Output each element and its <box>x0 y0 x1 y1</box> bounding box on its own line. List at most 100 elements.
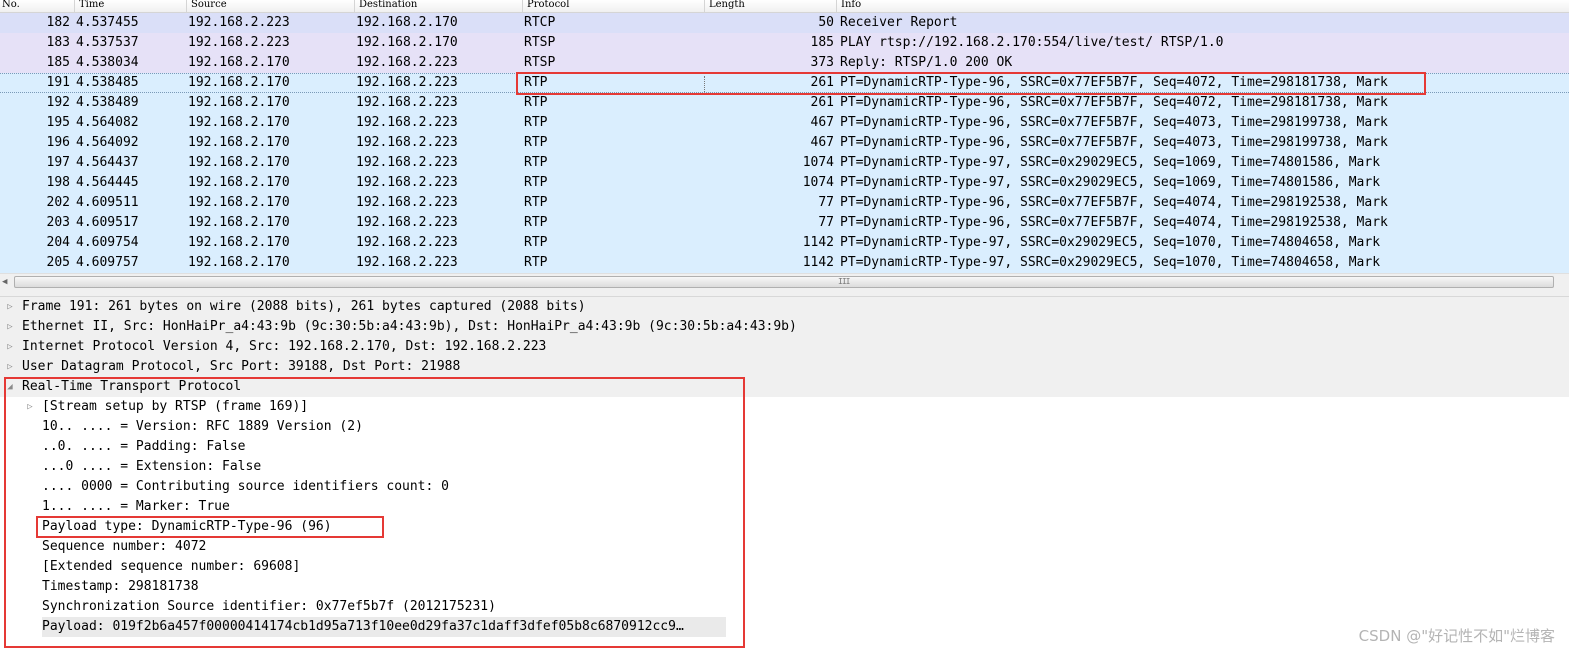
detail-tree-item[interactable]: ...0 .... = Extension: False <box>0 457 1569 477</box>
column-header-destination[interactable]: Destination <box>354 0 524 12</box>
detail-tree-item[interactable]: ▷ Ethernet II, Src: HonHaiPr_a4:43:9b (9c… <box>0 317 1569 337</box>
detail-tree-text: Real-Time Transport Protocol <box>22 379 242 394</box>
packet-protocol: RTP <box>524 135 548 150</box>
packet-time: 4.564082 <box>76 115 139 130</box>
packet-row[interactable]: 204 4.609754 192.168.2.170 192.168.2.223 RTP… <box>0 233 1569 253</box>
column-header-length[interactable]: Length <box>704 0 838 12</box>
detail-tree-item[interactable]: Payload type: DynamicRTP-Type-96 (96) <box>0 517 1569 537</box>
packet-source: 192.168.2.170 <box>188 55 290 70</box>
packet-time: 4.538489 <box>76 95 139 110</box>
detail-tree-text: ...0 .... = Extension: False <box>42 459 262 474</box>
packet-destination: 192.168.2.223 <box>356 135 458 150</box>
detail-tree-item[interactable]: [Extended sequence number: 69608] <box>0 557 1569 577</box>
detail-tree-text: Internet Protocol Version 4, Src: 192.16… <box>22 339 547 354</box>
packet-destination: 192.168.2.223 <box>356 55 458 70</box>
packet-length: 185 <box>810 35 834 50</box>
packet-source: 192.168.2.170 <box>188 95 290 110</box>
scroll-left-arrow-icon[interactable]: ◀ <box>2 277 7 287</box>
detail-tree-item[interactable]: Payload: 019f2b6a457f00000414174cb1d95a7… <box>0 617 1569 637</box>
packet-row[interactable]: 192 4.538489 192.168.2.170 192.168.2.223 RTP… <box>0 93 1569 113</box>
packet-source: 192.168.2.170 <box>188 255 290 270</box>
tree-collapsed-arrow-icon[interactable]: ▷ <box>4 297 16 317</box>
packet-length: 467 <box>810 115 834 130</box>
detail-tree-item[interactable]: 10.. .... = Version: RFC 1889 Version (2… <box>0 417 1569 437</box>
packet-protocol: RTSP <box>524 55 556 70</box>
packet-length: 77 <box>818 215 834 230</box>
packet-no: 205 <box>46 255 70 270</box>
packet-protocol: RTP <box>524 115 548 130</box>
detail-tree-item[interactable]: ▷ User Datagram Protocol, Src Port: 39188… <box>0 357 1569 377</box>
tree-collapsed-arrow-icon[interactable]: ▷ <box>24 397 36 417</box>
packet-row[interactable]: 183 4.537537 192.168.2.223 192.168.2.170 RTS… <box>0 33 1569 53</box>
packet-protocol: RTP <box>524 75 548 90</box>
detail-tree-item[interactable]: ▷ [Stream setup by RTSP (frame 169)] <box>0 397 1569 417</box>
detail-tree-item[interactable]: ◢ Real-Time Transport Protocol <box>0 377 1569 397</box>
detail-tree-item[interactable]: Timestamp: 298181738 <box>0 577 1569 597</box>
packet-no: 185 <box>46 55 70 70</box>
column-header-source[interactable]: Source <box>186 0 356 12</box>
packet-source: 192.168.2.170 <box>188 175 290 190</box>
packet-row[interactable]: 185 4.538034 192.168.2.170 192.168.2.223 RTS… <box>0 53 1569 73</box>
packet-row[interactable]: 196 4.564092 192.168.2.170 192.168.2.223 RTP… <box>0 133 1569 153</box>
pane-splitter[interactable] <box>0 290 1569 297</box>
column-header-info[interactable]: Info <box>836 0 1569 12</box>
packet-time: 4.564437 <box>76 155 139 170</box>
packet-row[interactable]: 198 4.564445 192.168.2.170 192.168.2.223 RTP… <box>0 173 1569 193</box>
packet-destination: 192.168.2.223 <box>356 115 458 130</box>
packet-info: PT=DynamicRTP-Type-96, SSRC=0x77EF5B7F, … <box>840 135 1388 150</box>
packet-row[interactable]: 182 4.537455 192.168.2.223 192.168.2.170 RTC… <box>0 13 1569 33</box>
column-header-no[interactable]: No. <box>0 0 76 12</box>
scrollbar-thumb[interactable] <box>14 276 1554 288</box>
packet-source: 192.168.2.170 <box>188 155 290 170</box>
packet-destination: 192.168.2.223 <box>356 175 458 190</box>
detail-tree-item[interactable]: Sequence number: 4072 <box>0 537 1569 557</box>
packet-row[interactable]: 202 4.609511 192.168.2.170 192.168.2.223 RTP… <box>0 193 1569 213</box>
detail-tree-item[interactable]: ..0. .... = Padding: False <box>0 437 1569 457</box>
packet-info: PT=DynamicRTP-Type-97, SSRC=0x29029EC5, … <box>840 235 1381 250</box>
detail-tree-text: Payload: 019f2b6a457f00000414174cb1d95a7… <box>42 617 726 637</box>
tree-collapsed-arrow-icon[interactable]: ▷ <box>4 357 16 377</box>
detail-tree-text: [Extended sequence number: 69608] <box>42 559 301 574</box>
packet-destination: 192.168.2.223 <box>356 155 458 170</box>
packet-protocol: RTCP <box>524 15 556 30</box>
packet-list-horizontal-scrollbar[interactable]: ◀ III <box>0 273 1569 291</box>
detail-tree-item[interactable]: Synchronization Source identifier: 0x77e… <box>0 597 1569 617</box>
packet-info: PLAY rtsp://192.168.2.170:554/live/test/… <box>840 35 1224 50</box>
packet-no: 204 <box>46 235 70 250</box>
packet-row-selected[interactable]: 191 4.538485 192.168.2.170 192.168.2.223 RTP… <box>0 73 1569 93</box>
packet-time: 4.609517 <box>76 215 139 230</box>
detail-tree-item[interactable]: ▷ Internet Protocol Version 4, Src: 192.1… <box>0 337 1569 357</box>
packet-row[interactable]: 205 4.609757 192.168.2.170 192.168.2.223 RTP… <box>0 253 1569 273</box>
packet-row[interactable]: 203 4.609517 192.168.2.170 192.168.2.223 RTP… <box>0 213 1569 233</box>
tree-collapsed-arrow-icon[interactable]: ▷ <box>4 337 16 357</box>
packet-length: 77 <box>818 195 834 210</box>
packet-list-pane: No. Time Source Destination Protocol Len… <box>0 0 1569 292</box>
packet-info: PT=DynamicRTP-Type-96, SSRC=0x77EF5B7F, … <box>840 195 1388 210</box>
packet-protocol: RTP <box>524 175 548 190</box>
packet-row[interactable]: 195 4.564082 192.168.2.170 192.168.2.223 RTP… <box>0 113 1569 133</box>
column-header-time[interactable]: Time <box>74 0 188 12</box>
scrollbar-grip-icon: III <box>838 277 850 286</box>
packet-info: PT=DynamicRTP-Type-96, SSRC=0x77EF5B7F, … <box>840 95 1388 110</box>
detail-tree-item[interactable]: ▷ Frame 191: 261 bytes on wire (2088 bits… <box>0 297 1569 317</box>
packet-time: 4.537455 <box>76 15 139 30</box>
packet-no: 182 <box>46 15 70 30</box>
packet-info: Reply: RTSP/1.0 200 OK <box>840 55 1013 70</box>
csdn-watermark: CSDN @"好记性不如"烂博客 <box>1358 627 1555 645</box>
column-divider <box>704 76 705 92</box>
detail-tree-item[interactable]: 1... .... = Marker: True <box>0 497 1569 517</box>
detail-tree-item[interactable]: .... 0000 = Contributing source identifi… <box>0 477 1569 497</box>
packet-row[interactable]: 197 4.564437 192.168.2.170 192.168.2.223 RTP… <box>0 153 1569 173</box>
packet-details-pane: ▷ Frame 191: 261 bytes on wire (2088 bits… <box>0 297 1569 657</box>
tree-expanded-arrow-icon[interactable]: ◢ <box>4 377 16 397</box>
packet-time: 4.538485 <box>76 75 139 90</box>
packet-time: 4.609754 <box>76 235 139 250</box>
packet-length: 1074 <box>802 175 834 190</box>
packet-length: 1074 <box>802 155 834 170</box>
packet-source: 192.168.2.223 <box>188 15 290 30</box>
column-header-protocol[interactable]: Protocol <box>522 0 704 12</box>
tree-collapsed-arrow-icon[interactable]: ▷ <box>4 317 16 337</box>
packet-protocol: RTP <box>524 215 548 230</box>
packet-no: 183 <box>46 35 70 50</box>
packet-protocol: RTP <box>524 255 548 270</box>
